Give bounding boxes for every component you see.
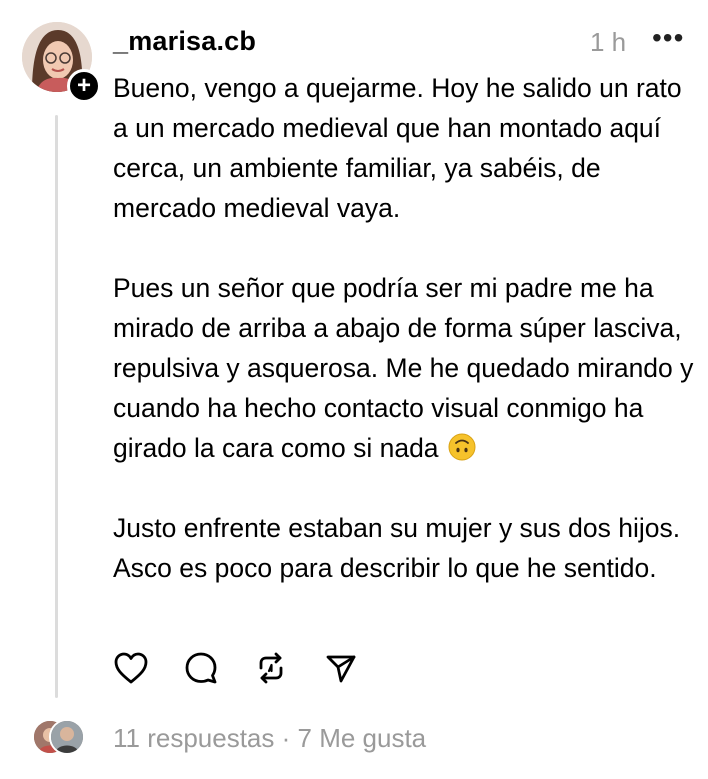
- post-paragraph: Justo enfrente estaban su mujer y sus do…: [113, 513, 681, 583]
- repost-button[interactable]: [252, 649, 290, 687]
- stats-separator: ·: [274, 723, 298, 753]
- upside-down-face-icon: [448, 433, 476, 461]
- thread-line: [55, 115, 58, 698]
- comment-button[interactable]: [182, 649, 220, 687]
- post-body: Bueno, vengo a quejarme. Hoy he salido u…: [113, 68, 698, 588]
- post-paragraph: Bueno, vengo a quejarme. Hoy he salido u…: [113, 73, 682, 223]
- like-button[interactable]: [112, 649, 150, 687]
- post-paragraph: Pues un señor que podría ser mi padre me…: [113, 268, 698, 468]
- post-paragraph-text: Pues un señor que podría ser mi padre me…: [113, 273, 694, 463]
- replies-count[interactable]: 11 respuestas: [113, 723, 274, 753]
- share-icon: [326, 655, 356, 683]
- replier-avatars: [32, 719, 85, 755]
- action-bar: [112, 648, 360, 688]
- replier-avatar: [49, 719, 85, 755]
- likes-count[interactable]: 7 Me gusta: [298, 723, 427, 753]
- post-time: 1 h: [590, 27, 627, 57]
- repost-icon: [259, 652, 283, 684]
- heart-icon: [114, 652, 148, 684]
- post-stats: 11 respuestas · 7 Me gusta: [113, 723, 426, 754]
- comment-icon: [185, 652, 217, 684]
- username[interactable]: _marisa.cb: [113, 26, 256, 57]
- share-button[interactable]: [322, 649, 360, 687]
- more-options-icon[interactable]: •••: [652, 22, 684, 54]
- follow-button[interactable]: +: [67, 69, 101, 103]
